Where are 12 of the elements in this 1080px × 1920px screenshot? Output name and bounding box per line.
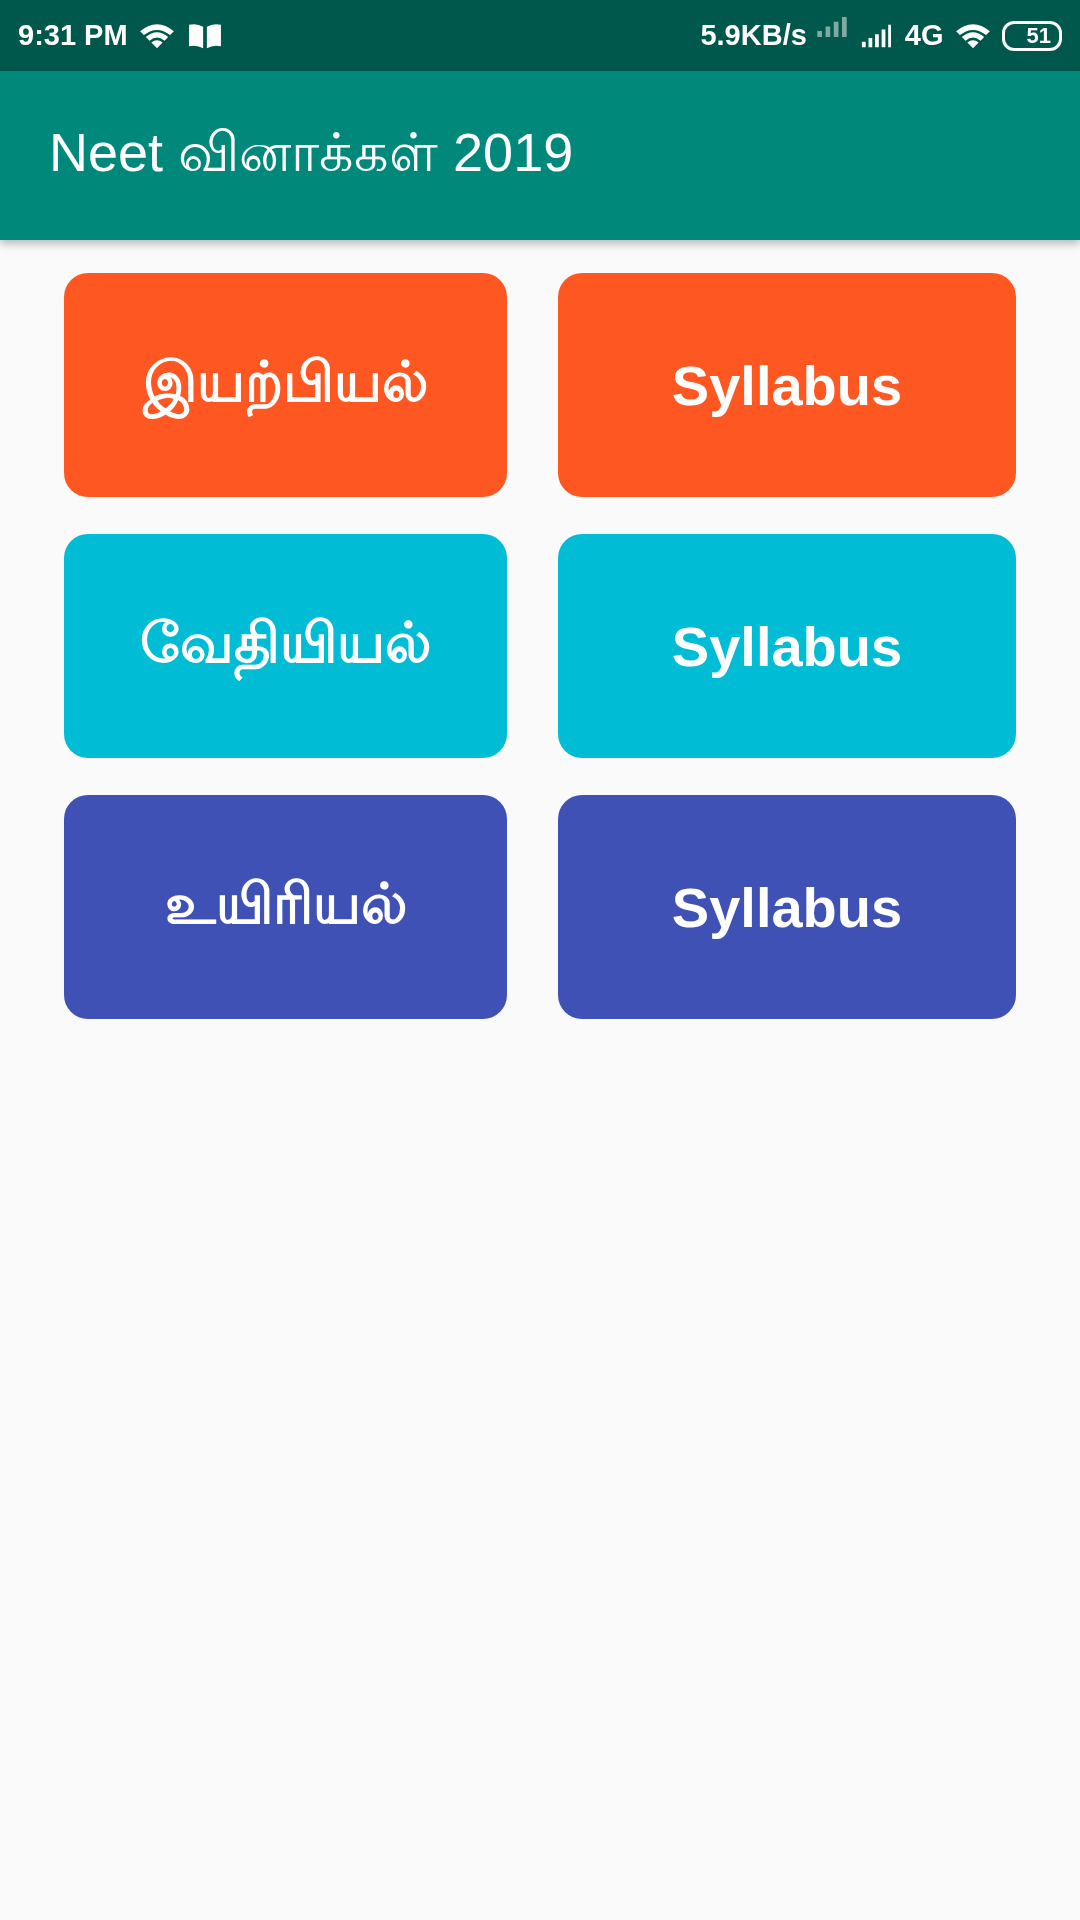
subject-button[interactable]: Syllabus <box>558 795 1016 1019</box>
subject-button[interactable]: இயற்பியல் <box>64 273 507 497</box>
clock-text: 9:31 PM <box>18 19 128 52</box>
network-speed-text: 5.9KB/s <box>700 19 807 52</box>
battery-level: 51 <box>1001 20 1062 51</box>
subject-button[interactable]: வேதியியல் <box>64 534 507 758</box>
network-type-text: 4G <box>904 19 944 52</box>
subject-button[interactable]: Syllabus <box>558 273 1016 497</box>
app-title: Neet வினாக்கள் 2019 <box>49 120 574 184</box>
signal-icon <box>816 16 847 37</box>
subject-button[interactable]: உயிரியல் <box>64 795 507 1019</box>
subject-button[interactable]: Syllabus <box>558 534 1016 758</box>
